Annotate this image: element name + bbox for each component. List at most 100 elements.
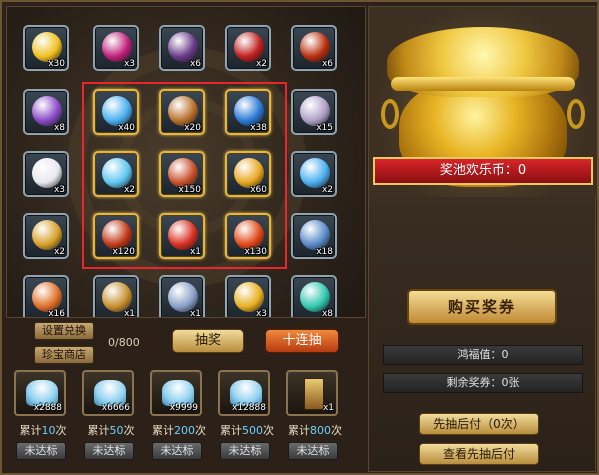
orange-box-icon xyxy=(32,282,62,312)
threshold-num: 200 xyxy=(174,424,195,437)
claim-reward-button[interactable]: 未达标 xyxy=(152,442,202,460)
slot-count: x3 xyxy=(53,185,65,195)
pot-handle-left xyxy=(381,99,399,129)
prize-slot[interactable]: x120 xyxy=(93,213,139,259)
reward-slot[interactable]: x2888 xyxy=(14,370,66,416)
draw-then-pay-button[interactable]: 先抽后付（0次） xyxy=(419,413,539,435)
prize-slot[interactable]: x16 xyxy=(23,275,69,318)
threshold-num: 10 xyxy=(41,424,56,437)
slot-count: x2 xyxy=(53,247,65,257)
prize-slot[interactable]: x1 xyxy=(93,275,139,317)
prize-slot[interactable]: x40 xyxy=(93,89,139,135)
view-draw-then-pay-button[interactable]: 查看先抽后付 xyxy=(419,443,539,465)
prize-slot[interactable]: x38 xyxy=(225,89,271,135)
pool-coins-banner: 奖池欢乐币：0 xyxy=(373,157,593,185)
slot-count: x6 xyxy=(189,59,201,69)
reward-threshold: 累计500次 xyxy=(214,422,280,438)
prize-slot[interactable]: x20 xyxy=(159,89,205,135)
treasure-shop-button[interactable]: 珍宝商店 xyxy=(34,346,94,364)
prize-slot[interactable]: x3 xyxy=(23,151,69,197)
gift-box-icon xyxy=(168,220,198,250)
threshold-num: 800 xyxy=(310,424,331,437)
buy-tickets-button[interactable]: 购买奖券 xyxy=(407,289,557,325)
slot-count: x60 xyxy=(250,185,267,195)
prize-slot[interactable]: x3 xyxy=(225,275,271,318)
threshold-suffix: 次 xyxy=(263,424,274,437)
prize-pool-panel: 奖池欢乐币：0 购买奖券 鸿福值：0 剩余奖券：0张 先抽后付（0次） 查看先抽… xyxy=(368,6,597,472)
threshold-suffix: 次 xyxy=(55,424,67,437)
silver-shards-icon xyxy=(300,96,330,126)
scroll-icon xyxy=(234,32,264,62)
threshold-prefix: 累计 xyxy=(220,424,242,437)
reward-slot[interactable]: x12888 xyxy=(218,370,270,416)
slot-count: x1 xyxy=(189,247,201,257)
silver-ingot-icon xyxy=(168,282,198,312)
reward-count: x6666 xyxy=(101,403,130,413)
threshold-num: 50 xyxy=(109,424,124,437)
slot-count: x40 xyxy=(118,123,135,133)
prize-slot[interactable]: x2 xyxy=(225,25,271,71)
prize-slot[interactable]: x6 xyxy=(291,25,337,71)
prize-slot[interactable]: x2 xyxy=(93,151,139,197)
prize-slot[interactable]: x18 xyxy=(291,213,337,259)
reward-threshold: 累计200次 xyxy=(146,422,212,438)
teal-gem-icon xyxy=(300,282,330,312)
gold-ingot-icon xyxy=(32,32,62,62)
reward-tier: x12888 累计500次 未达标 xyxy=(214,366,276,474)
claim-reward-button[interactable]: 未达标 xyxy=(16,442,66,460)
reward-slot[interactable]: x6666 xyxy=(82,370,134,416)
draw-ten-button[interactable]: 十连抽 xyxy=(265,329,339,353)
red-armor-icon xyxy=(102,220,132,250)
threshold-suffix: 次 xyxy=(331,424,342,437)
prize-slot[interactable]: x8 xyxy=(291,275,337,318)
reward-slot[interactable]: x1 xyxy=(286,370,338,416)
remaining-tickets: 剩余奖券：0张 xyxy=(383,373,583,393)
prize-slot[interactable]: x6 xyxy=(159,25,205,71)
prize-slot[interactable]: x2 xyxy=(23,213,69,259)
slot-count: x3 xyxy=(123,59,135,69)
reward-tier: x1 累计800次 未达标 xyxy=(282,366,344,474)
bronze-chest-icon xyxy=(168,96,198,126)
settings-exchange-button[interactable]: 设置兑换 xyxy=(34,322,94,340)
fire-emblem-icon xyxy=(234,220,264,250)
threshold-prefix: 累计 xyxy=(19,424,42,437)
slot-count: x15 xyxy=(316,123,333,133)
reward-count: x9999 xyxy=(169,403,198,413)
reward-slot[interactable]: x9999 xyxy=(150,370,202,416)
prize-slot[interactable]: x8 xyxy=(23,89,69,135)
slot-count: x8 xyxy=(53,123,65,133)
magic-orb-icon xyxy=(102,32,132,62)
slot-count: x2 xyxy=(255,59,267,69)
threshold-suffix: 次 xyxy=(123,424,135,437)
treasure-pot-image: 奖池欢乐币：0 xyxy=(369,7,597,197)
prize-slot[interactable]: x1 xyxy=(159,213,205,259)
slot-count: x3 xyxy=(255,309,267,318)
slot-count: x20 xyxy=(184,123,201,133)
prize-slot[interactable]: x1 xyxy=(159,275,205,317)
prize-grid: x30 x3 x6 x2 x6 x8 x40 x20 x38 x15 x3 x2 x150 x60 x2 x2… xyxy=(6,6,366,318)
claim-reward-button[interactable]: 未达标 xyxy=(84,442,134,460)
slot-count: x16 xyxy=(48,309,65,318)
prize-slot[interactable]: x15 xyxy=(291,89,337,135)
slot-count: x2 xyxy=(321,185,333,195)
reward-tier: x9999 累计200次 未达标 xyxy=(146,366,208,474)
phoenix-card-icon xyxy=(168,158,198,188)
prize-slot[interactable]: x2 xyxy=(291,151,337,197)
slot-count: x2 xyxy=(123,185,135,195)
prize-slot[interactable]: x3 xyxy=(93,25,139,71)
prize-slot[interactable]: x150 xyxy=(159,151,205,197)
slot-count: x8 xyxy=(321,309,333,318)
blue-shard-icon xyxy=(102,158,132,188)
purple-gem-icon xyxy=(32,96,62,126)
prize-slot[interactable]: x130 xyxy=(225,213,271,259)
claim-reward-button[interactable]: 未达标 xyxy=(220,442,270,460)
threshold-prefix: 累计 xyxy=(87,424,110,437)
reward-count: x12888 xyxy=(232,403,266,413)
blue-crystals-icon xyxy=(234,96,264,126)
gold-note-card-icon xyxy=(234,158,264,188)
draw-one-button[interactable]: 抽奖 xyxy=(172,329,244,353)
claim-reward-button[interactable]: 未达标 xyxy=(288,442,338,460)
pot-rim xyxy=(391,77,575,91)
prize-slot[interactable]: x30 xyxy=(23,25,69,71)
prize-slot[interactable]: x60 xyxy=(225,151,271,197)
